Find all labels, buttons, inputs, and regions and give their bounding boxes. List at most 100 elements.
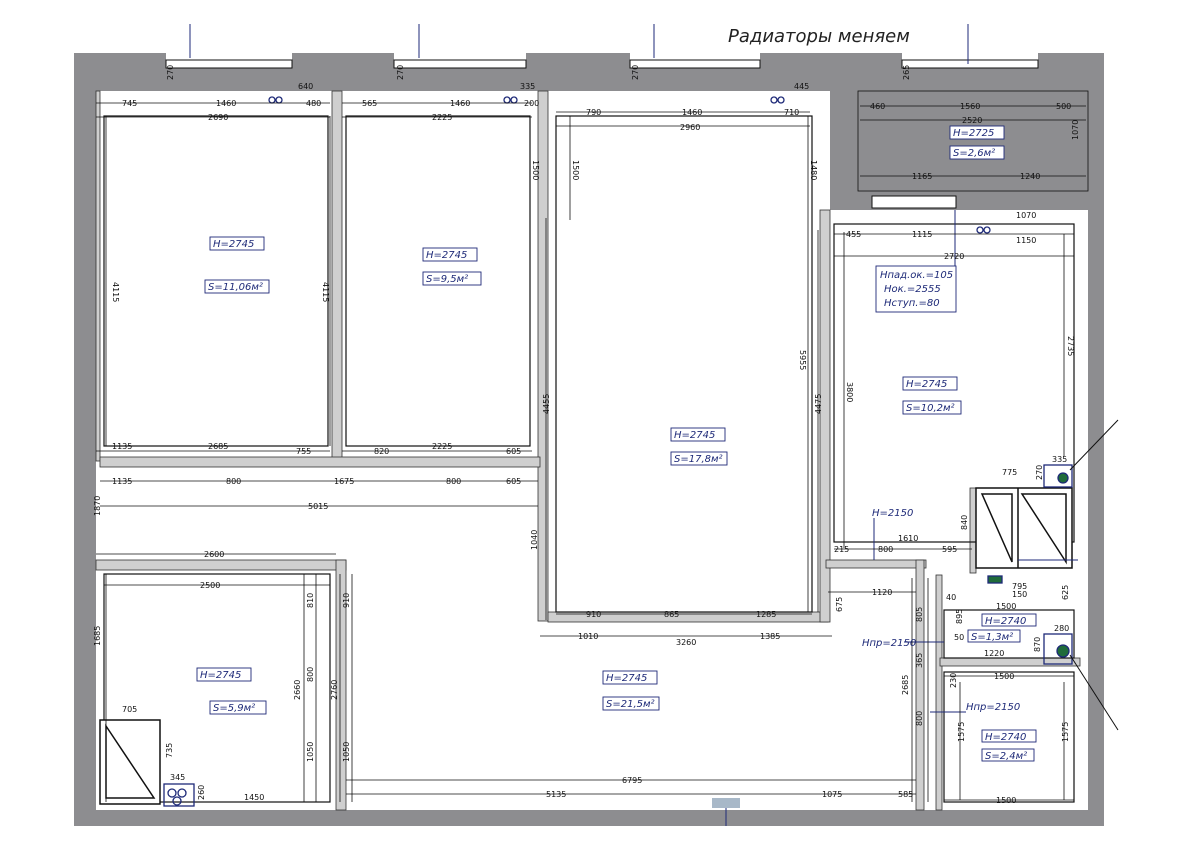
dimension-label: 1240 [1020,172,1040,181]
hall-height: H=2745 [606,673,647,684]
dimension-label: 1480 [809,160,818,180]
dimension-label: 460 [870,102,885,111]
door-note-1: H=2150 [872,508,913,519]
dimension-label: 745 [122,99,137,108]
dimension-label: 1050 [342,742,351,762]
window-note-2: Hок.=2555 [884,284,941,295]
dimension-label: 200 [524,99,539,108]
dimension-texts: 745 1460 480 2690 4115 1135 2685 755 565… [93,65,1080,805]
dimension-label: 2500 [200,581,220,590]
door-note-2: Hпр=2150 [862,638,916,649]
room1-height: H=2745 [213,239,254,250]
dimension-label: 1135 [112,442,132,451]
dimension-label: 3800 [845,382,854,402]
kitchen-area: S=10,2м² [906,403,955,414]
dimension-label: 1120 [872,588,892,597]
dimension-label: 50 [954,633,964,642]
dimension-label: 2960 [680,123,700,132]
wc-area: S=1,3м² [971,632,1013,643]
dimension-label: 270 [166,65,175,80]
dimension-label: 1385 [760,632,780,641]
dimension-label: 895 [955,609,964,624]
dimension-label: 455 [846,230,861,239]
dimension-label: 2520 [962,116,982,125]
dimension-label: 1075 [822,790,842,799]
dimension-label: 1070 [1016,211,1036,220]
plan-title: Радиаторы меняем [728,26,910,47]
dimension-label: 790 [586,108,601,117]
dimension-label: 4115 [111,282,120,302]
dimension-label: 1050 [306,742,315,762]
dimension-label: 805 [915,607,924,622]
window-note-1: Hпад.ок.=105 [880,270,953,281]
dimension-label: 800 [446,477,461,486]
room1-area: S=11,06м² [208,282,263,293]
dimension-label: 500 [1056,102,1071,111]
dimension-label: 640 [298,82,313,91]
room-texts: H=2745 S=11,06м² H=2745 S=9,5м² H=2745 S… [200,128,1027,762]
dimension-label: 870 [1033,637,1042,652]
shafts [99,487,1073,805]
dimension-label: 2685 [901,675,910,695]
dimension-label: 335 [520,82,535,91]
dimension-label: 1460 [450,99,470,108]
dimension-label: 1675 [334,477,354,486]
dimension-label: 265 [902,65,911,80]
wc-height: H=2740 [985,616,1026,627]
dimension-label: 800 [306,667,315,682]
dimension-label: 445 [794,82,809,91]
hall-area: S=21,5м² [606,699,655,710]
dimension-label: 480 [306,99,321,108]
bath-height: H=2740 [985,732,1026,743]
bath-area: S=2,4м² [985,751,1027,762]
dimension-label: 1870 [93,496,102,516]
dimension-label: 810 [306,593,315,608]
door-note-3: Hпр=2150 [966,702,1020,713]
dimension-label: 1500 [996,602,1016,611]
room3-area: S=17,8м² [674,454,723,465]
room2-height: H=2745 [426,250,467,261]
dimension-label: 755 [296,447,311,456]
room3-height: H=2745 [674,430,715,441]
dimension-label: 1460 [216,99,236,108]
dimension-label: 565 [362,99,377,108]
dimension-label: 270 [396,65,405,80]
dimension-label: 1165 [912,172,932,181]
dimension-label: 1560 [960,102,980,111]
dimension-label: 675 [835,597,844,612]
dimension-label: 4475 [814,394,823,414]
dimension-label: 6795 [622,776,642,785]
dimension-label: 865 [664,610,679,619]
dimension-label: 1685 [93,626,102,646]
dimension-label: 840 [960,515,969,530]
room-labels [196,125,1037,762]
dimension-label: 270 [1035,465,1044,480]
dimension-label: 2720 [944,252,964,261]
dimension-label: 270 [631,65,640,80]
dimension-label: 5955 [798,350,807,370]
dimension-label: 215 [834,545,849,554]
dimension-label: 1135 [112,477,132,486]
dimension-label: 775 [1002,468,1017,477]
dimension-label: 1500 [571,160,580,180]
dimension-label: 40 [946,593,956,602]
dimension-label: 335 [1052,455,1067,464]
window-note-3: Hступ.=80 [884,298,940,309]
dimension-label: 2225 [432,113,452,122]
room5-height: H=2745 [200,670,241,681]
dimension-label: 585 [898,790,913,799]
dimension-label: 2690 [208,113,228,122]
dimension-label: 5015 [308,502,328,511]
dimension-label: 1460 [682,108,702,117]
dimension-label: 260 [197,785,206,800]
dimension-label: 3260 [676,638,696,647]
dimension-label: 4115 [321,282,330,302]
dimension-label: 1575 [957,722,966,742]
dimension-label: 230 [949,673,958,688]
dimension-label: 1285 [756,610,776,619]
dimension-label: 1220 [984,649,1004,658]
dimension-label: 910 [586,610,601,619]
dimension-label: 1040 [530,530,539,550]
dimension-label: 800 [915,711,924,726]
dimension-label: 2685 [208,442,228,451]
